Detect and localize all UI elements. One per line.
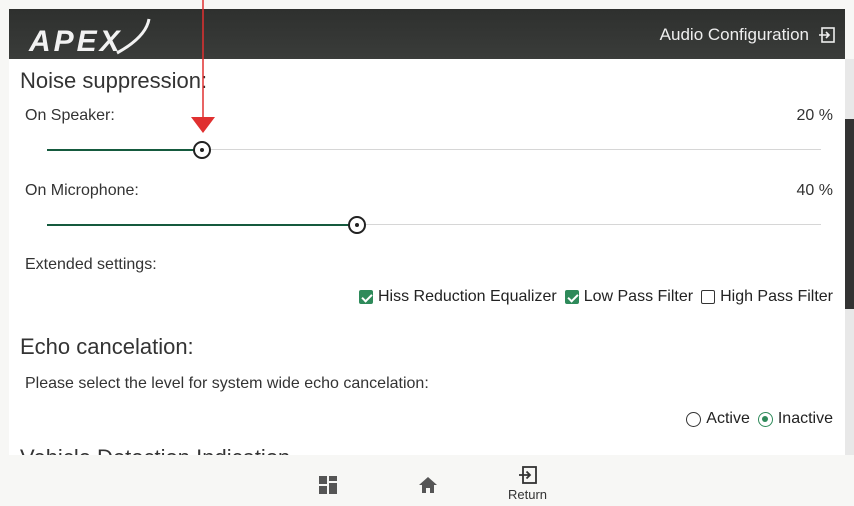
noise-suppression-title: Noise suppression: [20, 68, 208, 93]
checkbox-icon[interactable] [358, 290, 373, 304]
speaker-label: On Speaker: [25, 107, 115, 124]
home-button[interactable] [418, 475, 438, 495]
checkbox-icon[interactable] [564, 290, 579, 304]
home-icon [419, 477, 437, 493]
checkbox-label: Hiss Reduction Equalizer [377, 288, 557, 305]
scrollbar-thumb[interactable] [845, 119, 854, 309]
checkbox-label: Low Pass Filter [583, 288, 694, 305]
apex-logo: APEX [28, 18, 151, 57]
grid-icon [319, 476, 337, 494]
radio-icon[interactable] [757, 411, 773, 427]
speaker-value: 20 % [796, 107, 833, 124]
inactive-radio[interactable]: Inactive [757, 410, 833, 428]
echo-options: Active Inactive [678, 410, 833, 428]
microphone-slider[interactable] [47, 216, 821, 234]
slider-fill [47, 149, 202, 151]
microphone-value: 40 % [796, 182, 833, 199]
return-button[interactable]: Return [508, 465, 547, 502]
echo-description: Please select the level for system wide … [25, 375, 429, 392]
exit-icon[interactable] [817, 25, 837, 45]
checkbox-icon[interactable] [701, 290, 716, 304]
scrollbar[interactable] [845, 59, 854, 455]
speaker-slider[interactable] [47, 141, 821, 159]
return-icon [518, 466, 537, 484]
radio-icon[interactable] [686, 411, 702, 427]
bottom-navigation: Return [0, 455, 854, 506]
settings-panel: Noise suppression: On Speaker: 20 % On M… [9, 59, 845, 455]
extended-settings-label: Extended settings: [25, 256, 157, 273]
hiss-reduction-checkbox[interactable]: Hiss Reduction Equalizer [358, 288, 557, 306]
page-title: Audio Configuration [659, 25, 809, 44]
app-header: APEX Audio Configuration [9, 9, 845, 59]
radio-label: Inactive [777, 410, 833, 427]
slider-thumb[interactable] [192, 141, 211, 159]
return-label: Return [508, 487, 548, 502]
echo-cancelation-title: Echo cancelation: [20, 334, 194, 359]
low-pass-filter-checkbox[interactable]: Low Pass Filter [564, 288, 694, 306]
high-pass-filter-checkbox[interactable]: High Pass Filter [701, 288, 833, 306]
slider-thumb[interactable] [347, 216, 366, 234]
slider-fill [47, 224, 357, 226]
extended-settings-options: Hiss Reduction Equalizer Low Pass Filter… [351, 288, 833, 306]
grid-button[interactable] [318, 475, 338, 495]
radio-label: Active [706, 410, 750, 427]
active-radio[interactable]: Active [686, 410, 750, 428]
microphone-label: On Microphone: [25, 182, 139, 199]
svg-text:APEX: APEX [28, 25, 123, 57]
checkbox-label: High Pass Filter [720, 288, 833, 305]
next-section-title-partial: Vehicle Detection Indication [20, 447, 290, 455]
